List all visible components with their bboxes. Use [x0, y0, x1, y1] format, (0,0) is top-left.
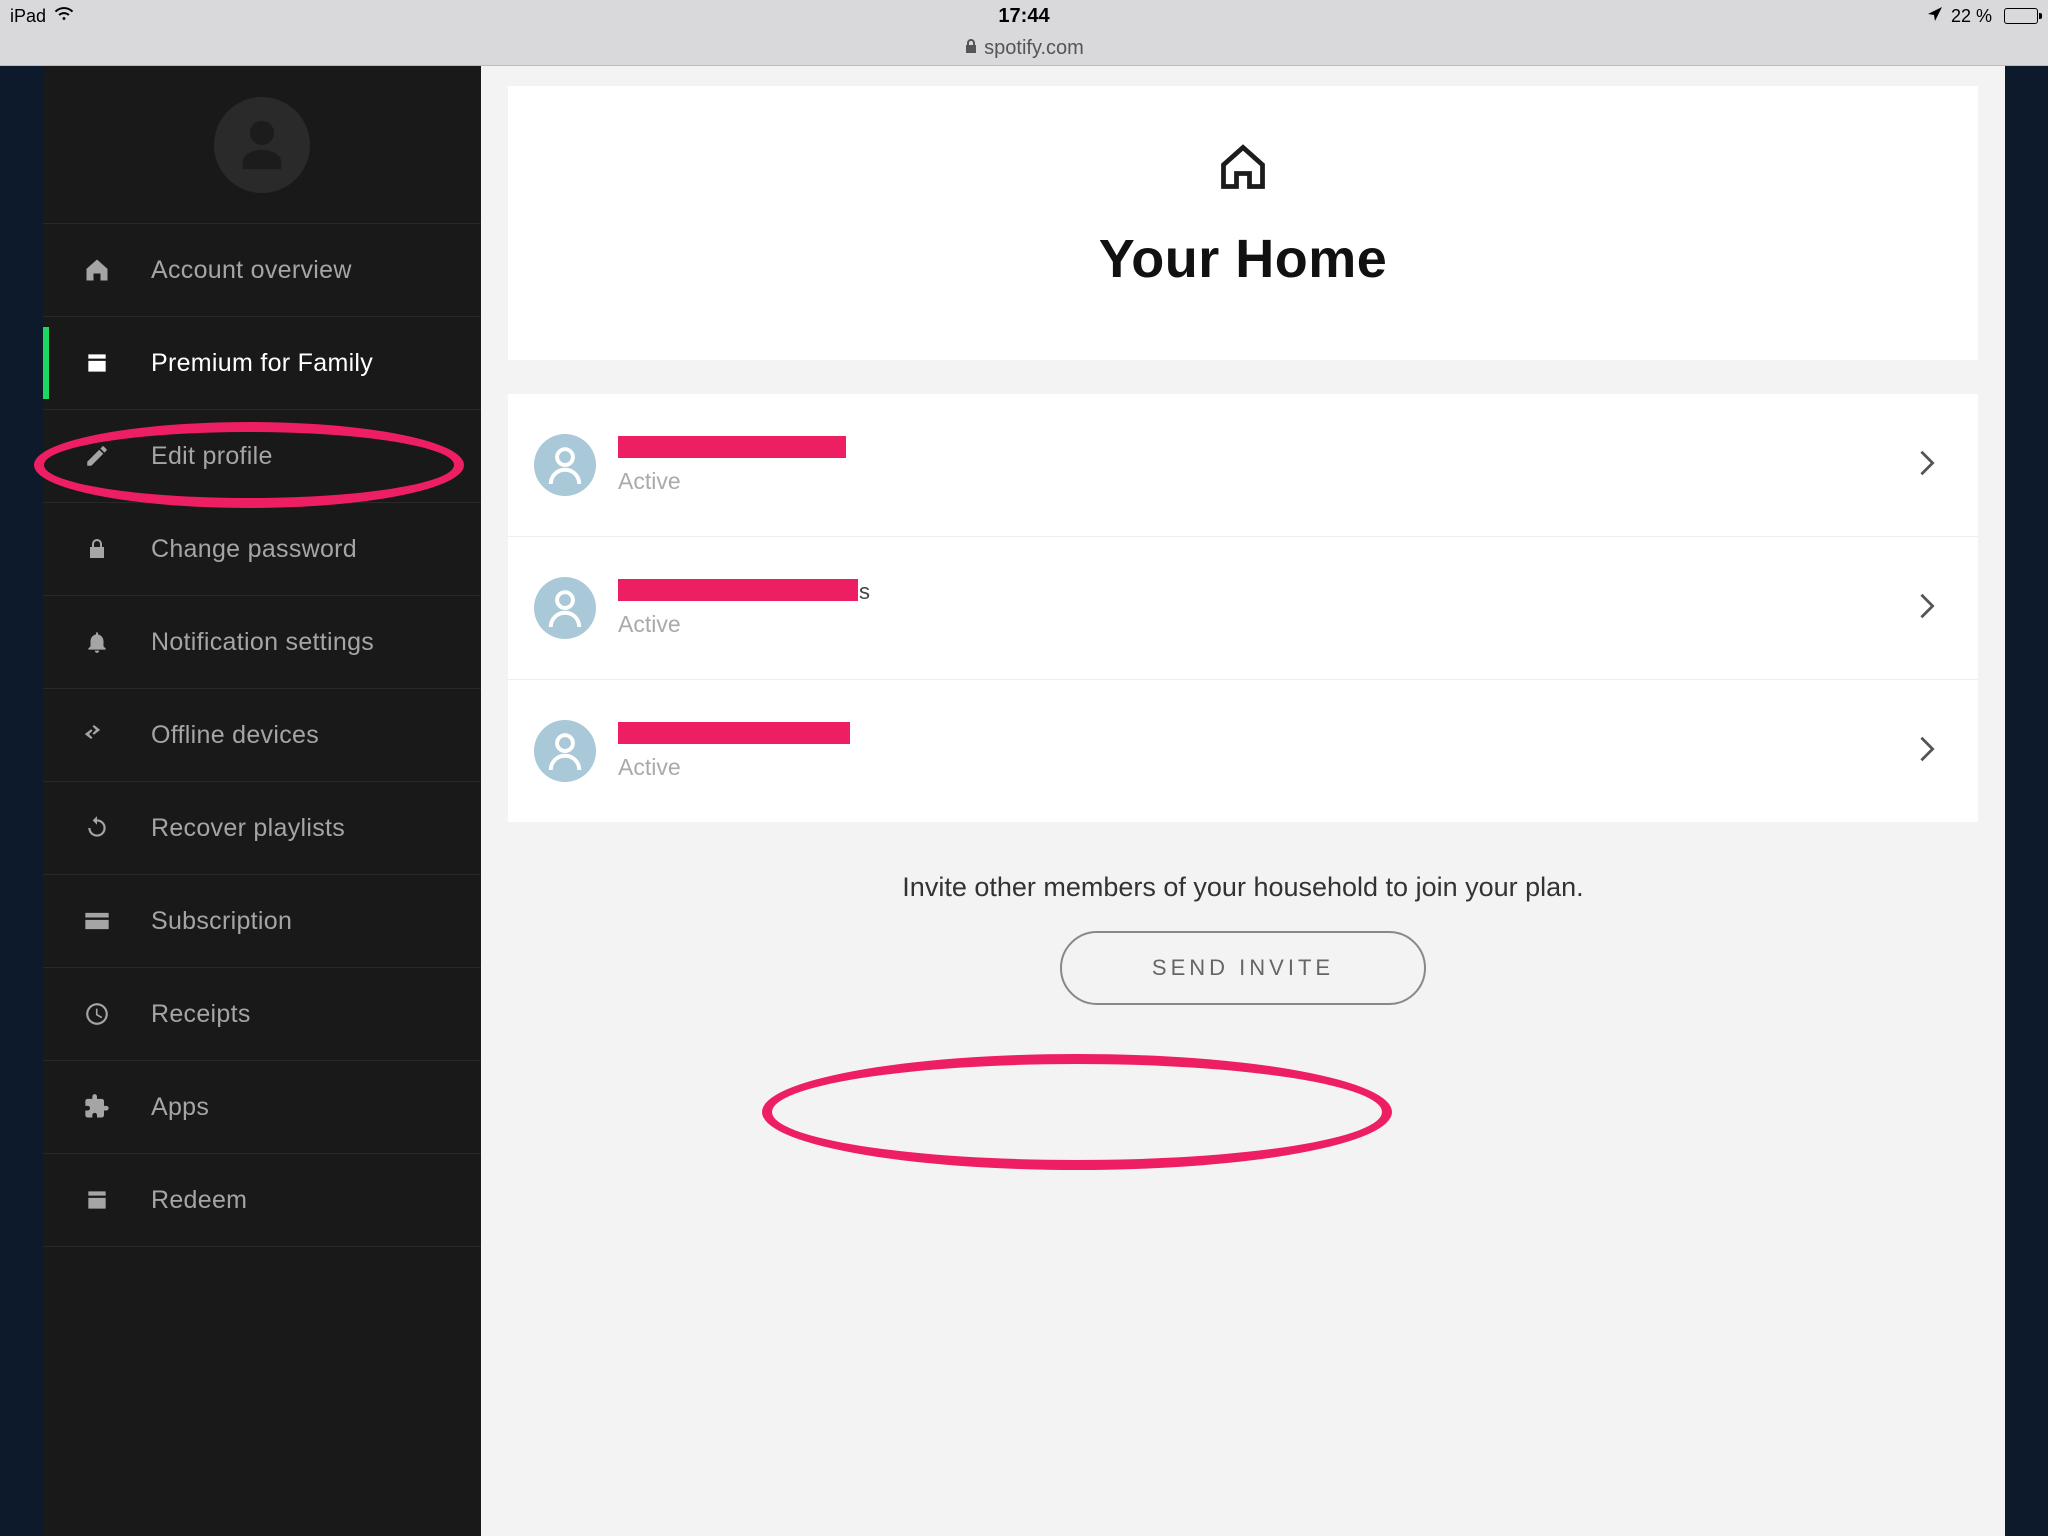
person-icon — [534, 720, 596, 782]
sidebar-item-receipts[interactable]: Receipts — [43, 968, 481, 1061]
wifi-icon — [54, 6, 74, 27]
sidebar-item-label: Recover playlists — [151, 814, 345, 843]
sidebar-item-apps[interactable]: Apps — [43, 1061, 481, 1154]
sidebar-item-recover-playlists[interactable]: Recover playlists — [43, 782, 481, 875]
app-viewport: Account overview Premium for Family Edit p… — [0, 66, 2048, 1536]
lock-icon — [964, 38, 978, 59]
page-title: Your Home — [508, 228, 1978, 290]
device-label: iPad — [10, 6, 46, 27]
member-info: s Active — [618, 579, 1916, 638]
location-icon — [1927, 6, 1943, 27]
member-status: Active — [618, 468, 1916, 495]
sidebar-avatar-block[interactable] — [43, 66, 481, 224]
member-name-redacted — [618, 436, 846, 458]
gutter-left — [0, 66, 43, 1536]
url-domain: spotify.com — [984, 37, 1084, 60]
sidebar-item-label: Change password — [151, 535, 357, 564]
bell-icon — [73, 628, 121, 656]
member-name-redacted: s — [618, 579, 858, 601]
browser-url-bar[interactable]: spotify.com — [0, 32, 2048, 66]
app-frame: Account overview Premium for Family Edit p… — [43, 66, 2005, 1536]
avatar-icon — [214, 97, 310, 193]
sidebar-nav: Account overview Premium for Family Edit p… — [43, 224, 481, 1247]
members-list: Active s Active Active — [508, 394, 1978, 822]
clock-icon — [73, 1001, 121, 1027]
puzzle-icon — [73, 1093, 121, 1121]
sidebar-item-label: Apps — [151, 1093, 209, 1122]
member-info: Active — [618, 436, 1916, 495]
your-home-header: Your Home — [508, 86, 1978, 360]
sidebar-item-label: Redeem — [151, 1186, 247, 1215]
sidebar-item-offline-devices[interactable]: Offline devices — [43, 689, 481, 782]
clock-time: 17:44 — [998, 5, 1049, 28]
pencil-icon — [73, 443, 121, 469]
sidebar-item-label: Offline devices — [151, 721, 319, 750]
gutter-right — [2005, 66, 2048, 1536]
sidebar-item-label: Receipts — [151, 1000, 251, 1029]
chevron-right-icon — [1916, 592, 1938, 625]
member-status: Active — [618, 754, 1916, 781]
person-icon — [534, 577, 596, 639]
send-invite-button[interactable]: SEND INVITE — [1060, 931, 1426, 1005]
member-row[interactable]: Active — [508, 680, 1978, 822]
sidebar-item-change-password[interactable]: Change password — [43, 503, 481, 596]
reload-icon — [73, 815, 121, 841]
battery-icon — [2000, 8, 2038, 24]
invite-text: Invite other members of your household t… — [508, 872, 1978, 903]
battery-percent: 22 % — [1951, 6, 1992, 27]
sidebar-item-label: Notification settings — [151, 628, 374, 657]
sidebar-item-edit-profile[interactable]: Edit profile — [43, 410, 481, 503]
sidebar-item-premium-family[interactable]: Premium for Family — [43, 317, 481, 410]
chevron-right-icon — [1916, 449, 1938, 482]
card-icon — [73, 1187, 121, 1213]
member-name-redacted — [618, 722, 850, 744]
sidebar-item-label: Account overview — [151, 256, 352, 285]
home-icon — [73, 256, 121, 284]
member-status: Active — [618, 611, 1916, 638]
account-sidebar: Account overview Premium for Family Edit p… — [43, 66, 481, 1536]
lock-icon — [73, 536, 121, 562]
chevron-right-icon — [1916, 735, 1938, 768]
ipad-status-bar: iPad 17:44 22 % — [0, 0, 2048, 32]
invite-block: Invite other members of your household t… — [508, 872, 1978, 1005]
swap-icon — [73, 725, 121, 745]
sidebar-item-redeem[interactable]: Redeem — [43, 1154, 481, 1247]
credit-icon — [73, 910, 121, 932]
member-info: Active — [618, 722, 1916, 781]
sidebar-item-notification-settings[interactable]: Notification settings — [43, 596, 481, 689]
sidebar-item-account-overview[interactable]: Account overview — [43, 224, 481, 317]
sidebar-item-subscription[interactable]: Subscription — [43, 875, 481, 968]
member-row[interactable]: s Active — [508, 537, 1978, 680]
sidebar-item-label: Subscription — [151, 907, 292, 936]
card-icon — [73, 350, 121, 376]
sidebar-item-label: Premium for Family — [151, 349, 373, 378]
person-icon — [534, 434, 596, 496]
home-icon — [508, 141, 1978, 198]
main-content: Your Home Active s Active Active Invite oth… — [481, 66, 2005, 1536]
member-row[interactable]: Active — [508, 394, 1978, 537]
sidebar-item-label: Edit profile — [151, 442, 273, 471]
